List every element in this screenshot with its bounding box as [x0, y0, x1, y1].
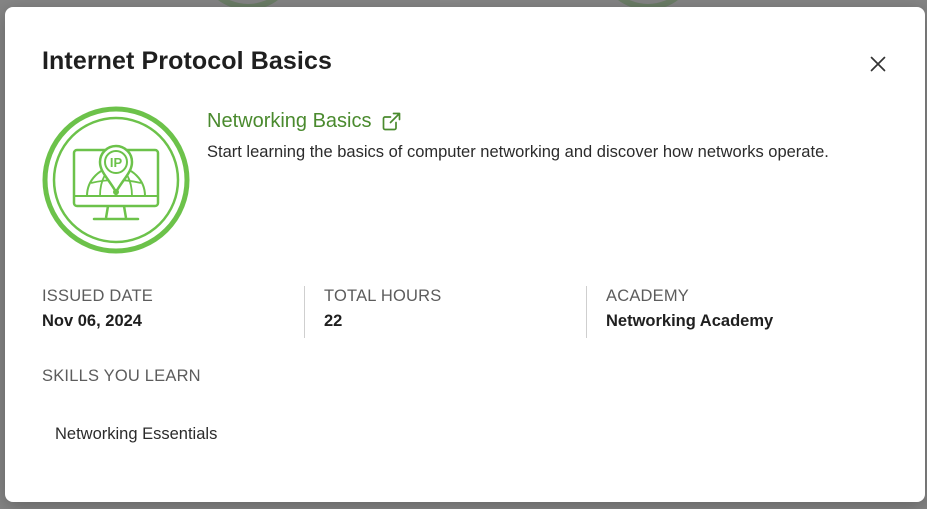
course-description: Start learning the basics of computer ne…	[207, 143, 829, 161]
stat-total-hours: TOTAL HOURS 22	[324, 287, 564, 339]
stat-value: Nov 06, 2024	[42, 312, 142, 330]
close-icon	[870, 56, 886, 72]
stat-label: TOTAL HOURS	[324, 287, 442, 305]
stat-divider	[586, 286, 587, 338]
stat-academy: ACADEMY Networking Academy	[606, 287, 886, 339]
stat-divider	[304, 286, 305, 338]
stat-value: 22	[324, 312, 343, 330]
badge-ip-text: IP	[110, 155, 123, 170]
course-link[interactable]: Networking Basics	[207, 110, 401, 133]
stat-issued-date: ISSUED DATE Nov 06, 2024	[42, 287, 282, 339]
external-link-icon	[382, 112, 400, 131]
skill-item: Networking Essentials	[55, 425, 218, 443]
skills-heading: SKILLS YOU LEARN	[42, 367, 201, 385]
stat-label: ISSUED DATE	[42, 287, 153, 305]
stat-value: Networking Academy	[606, 312, 774, 330]
modal-title: Internet Protocol Basics	[42, 47, 332, 75]
course-link-label: Networking Basics	[207, 110, 372, 132]
stat-label: ACADEMY	[606, 287, 689, 305]
badge-details-modal: Internet Protocol Basics IP Networking B…	[5, 7, 925, 502]
course-badge: IP	[42, 106, 190, 254]
close-button[interactable]	[865, 51, 891, 77]
